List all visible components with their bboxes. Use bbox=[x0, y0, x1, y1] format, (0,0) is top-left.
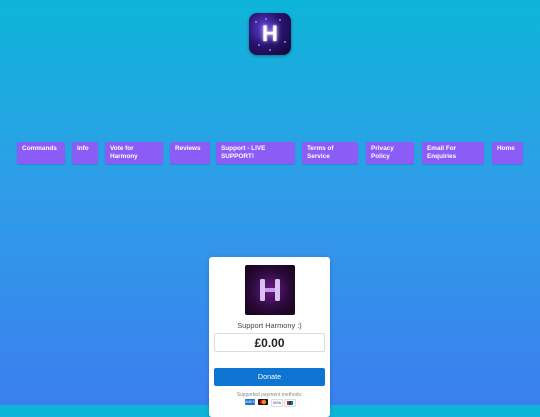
payment-methods-label: Supported payment methods: bbox=[236, 392, 303, 398]
nav-label: Email For Enquiries bbox=[427, 145, 457, 160]
nav-email[interactable]: Email For Enquiries bbox=[422, 142, 484, 164]
donation-amount-input[interactable]: £0.00 bbox=[214, 333, 325, 352]
harmony-logo[interactable]: H bbox=[249, 13, 291, 55]
amex-icon: AMEX bbox=[245, 399, 255, 405]
nav-vote[interactable]: Vote for Harmony bbox=[105, 142, 163, 164]
nav-label: Home bbox=[497, 145, 515, 152]
nav-terms[interactable]: Terms of Service bbox=[302, 142, 358, 164]
nav-label: Privacy Policy bbox=[371, 145, 394, 160]
logo-letter: H bbox=[262, 21, 278, 46]
nav-info[interactable]: Info bbox=[72, 142, 98, 164]
donation-card: Support Harmony :) £0.00 Donate Supporte… bbox=[209, 257, 330, 417]
nav-home[interactable]: Home bbox=[492, 142, 523, 164]
nav-support[interactable]: Support - LIVE SUPPORT! bbox=[216, 142, 295, 164]
mastercard-icon bbox=[258, 399, 268, 405]
nav-reviews[interactable]: Reviews bbox=[170, 142, 210, 164]
visa-icon: VISA bbox=[271, 399, 283, 407]
nav-label: Terms of Service bbox=[307, 145, 334, 160]
nav-privacy[interactable]: Privacy Policy bbox=[366, 142, 414, 164]
nav-label: Support - LIVE SUPPORT! bbox=[221, 145, 266, 160]
nav-label: Vote for Harmony bbox=[110, 145, 138, 160]
nav-label: Info bbox=[77, 145, 89, 152]
nav-label: Reviews bbox=[175, 145, 201, 152]
unionpay-icon bbox=[284, 399, 296, 407]
payment-methods-row: AMEX VISA bbox=[245, 399, 305, 407]
donate-button[interactable]: Donate bbox=[214, 368, 325, 386]
nav-commands[interactable]: Commands bbox=[17, 142, 65, 164]
nav-label: Commands bbox=[22, 145, 57, 152]
main-navigation: Commands Info Vote for Harmony Reviews S… bbox=[0, 142, 540, 166]
harmony-h-icon bbox=[260, 279, 280, 301]
harmony-banner-image bbox=[245, 265, 295, 315]
donation-title: Support Harmony :) bbox=[237, 321, 302, 330]
